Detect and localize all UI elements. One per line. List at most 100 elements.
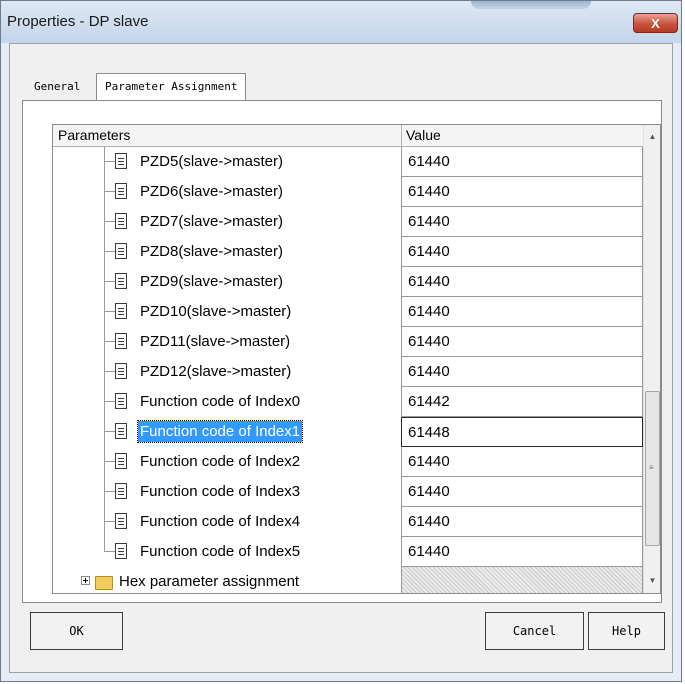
value-cell[interactable]: 61440: [401, 207, 643, 237]
tab-parameter-assignment[interactable]: Parameter Assignment: [96, 73, 247, 100]
parameter-row[interactable]: PZD10(slave->master) 61440: [53, 297, 643, 327]
parameter-value: 61440: [408, 363, 450, 380]
parameter-name[interactable]: PZD6(slave->master): [138, 181, 285, 202]
window-title: Properties - DP slave: [7, 13, 149, 30]
parameter-row[interactable]: Function code of Index1 61448: [53, 417, 643, 447]
parameter-name[interactable]: PZD7(slave->master): [138, 211, 285, 232]
parameter-row[interactable]: Function code of Index0 61442: [53, 387, 643, 417]
expand-icon[interactable]: [81, 576, 90, 585]
value-cell[interactable]: 61442: [401, 387, 643, 417]
help-button[interactable]: Help: [588, 612, 665, 650]
parameter-doc-icon: [115, 423, 127, 439]
parameter-value: 61440: [408, 333, 450, 350]
parameter-name[interactable]: PZD8(slave->master): [138, 241, 285, 262]
scroll-up-arrow-icon[interactable]: ▲: [645, 128, 660, 146]
column-header-value[interactable]: Value: [406, 127, 441, 143]
parameter-name[interactable]: Function code of Index3: [138, 481, 302, 502]
value-cell[interactable]: 61448: [401, 417, 643, 447]
parameter-doc-icon: [115, 153, 127, 169]
parameter-doc-icon: [115, 363, 127, 379]
tree-line: [104, 417, 105, 447]
cancel-button[interactable]: Cancel: [485, 612, 584, 650]
parameter-row[interactable]: PZD11(slave->master) 61440: [53, 327, 643, 357]
parameter-name[interactable]: Function code of Index0: [138, 391, 302, 412]
value-cell[interactable]: 61440: [401, 147, 643, 177]
title-bar[interactable]: Properties - DP slave X: [1, 1, 681, 43]
parameter-row[interactable]: PZD6(slave->master) 61440: [53, 177, 643, 207]
parameter-row[interactable]: Function code of Index2 61440: [53, 447, 643, 477]
folder-label: Hex parameter assignment: [119, 573, 300, 590]
ok-button[interactable]: OK: [30, 612, 123, 650]
value-cell[interactable]: 61440: [401, 237, 643, 267]
scroll-down-arrow-icon[interactable]: ▼: [645, 572, 660, 590]
parameter-value: 61440: [408, 303, 450, 320]
parameter-doc-icon: [115, 543, 127, 559]
parameter-name[interactable]: Function code of Index1: [136, 420, 304, 443]
value-cell[interactable]: 61440: [401, 357, 643, 387]
parameter-name[interactable]: PZD9(slave->master): [138, 271, 285, 292]
tree-line: [104, 357, 105, 387]
parameter-row[interactable]: PZD12(slave->master) 61440: [53, 357, 643, 387]
scroll-thumb[interactable]: ≡: [645, 391, 660, 546]
parameter-row[interactable]: PZD9(slave->master) 61440: [53, 267, 643, 297]
close-button[interactable]: X: [633, 13, 678, 33]
value-cell[interactable]: 61440: [401, 477, 643, 507]
value-cell[interactable]: 61440: [401, 537, 643, 567]
tree-line: [104, 237, 105, 267]
tree-line: [104, 507, 105, 537]
parameter-row[interactable]: Function code of Index3 61440: [53, 477, 643, 507]
tree-line: [104, 537, 105, 552]
value-cell[interactable]: 61440: [401, 177, 643, 207]
grip-icon: ≡: [649, 463, 654, 472]
parameter-name[interactable]: PZD12(slave->master): [138, 361, 293, 382]
parameter-name[interactable]: Function code of Index2: [138, 451, 302, 472]
parameter-value: 61440: [408, 513, 450, 530]
tree-line: [104, 147, 105, 177]
parameter-value: 61440: [408, 183, 450, 200]
column-header-parameters[interactable]: Parameters: [58, 127, 130, 143]
column-divider[interactable]: [401, 125, 402, 146]
parameter-name[interactable]: Function code of Index4: [138, 511, 302, 532]
parameter-doc-icon: [115, 213, 127, 229]
parameter-doc-icon: [115, 513, 127, 529]
tree-line: [104, 207, 105, 237]
tree-line: [104, 297, 105, 327]
parameter-value: 61448: [408, 424, 450, 441]
parameter-row[interactable]: Function code of Index5 61440: [53, 537, 643, 567]
tree-line: [104, 447, 105, 477]
parameter-doc-icon: [115, 483, 127, 499]
parameter-doc-icon: [115, 183, 127, 199]
tab-general[interactable]: General: [34, 76, 80, 98]
tree-line: [104, 477, 105, 507]
close-icon: X: [651, 16, 660, 31]
parameter-name[interactable]: PZD10(slave->master): [138, 301, 293, 322]
parameter-row[interactable]: PZD5(slave->master) 61440: [53, 147, 643, 177]
grid-header: Parameters Value: [53, 125, 643, 147]
parameter-row[interactable]: PZD8(slave->master) 61440: [53, 237, 643, 267]
parameter-name[interactable]: Function code of Index5: [138, 541, 302, 562]
value-cell[interactable]: 61440: [401, 327, 643, 357]
tree-line: [104, 267, 105, 297]
parameter-name[interactable]: PZD5(slave->master): [138, 151, 285, 172]
parameter-value: 61440: [408, 243, 450, 260]
tree-line: [104, 387, 105, 417]
parameter-row[interactable]: Function code of Index4 61440: [53, 507, 643, 537]
tree-folder-row[interactable]: Hex parameter assignment: [53, 567, 643, 593]
parameter-grid: Parameters Value PZD5(slave->master) 6144…: [52, 124, 661, 594]
value-cell[interactable]: 61440: [401, 267, 643, 297]
value-cell[interactable]: 61440: [401, 507, 643, 537]
parameter-name[interactable]: PZD11(slave->master): [138, 331, 292, 352]
parameter-value: 61442: [408, 393, 450, 410]
value-cell-disabled: [401, 567, 643, 593]
value-cell[interactable]: 61440: [401, 297, 643, 327]
tree-line: [104, 177, 105, 207]
folder-icon: [95, 576, 113, 590]
parameter-doc-icon: [115, 273, 127, 289]
parameter-row[interactable]: PZD7(slave->master) 61440: [53, 207, 643, 237]
tree-line: [104, 327, 105, 357]
parameter-value: 61440: [408, 453, 450, 470]
parameter-doc-icon: [115, 333, 127, 349]
parameter-value: 61440: [408, 153, 450, 170]
value-cell[interactable]: 61440: [401, 447, 643, 477]
vertical-scrollbar[interactable]: ▲ ≡ ▼: [643, 125, 660, 593]
